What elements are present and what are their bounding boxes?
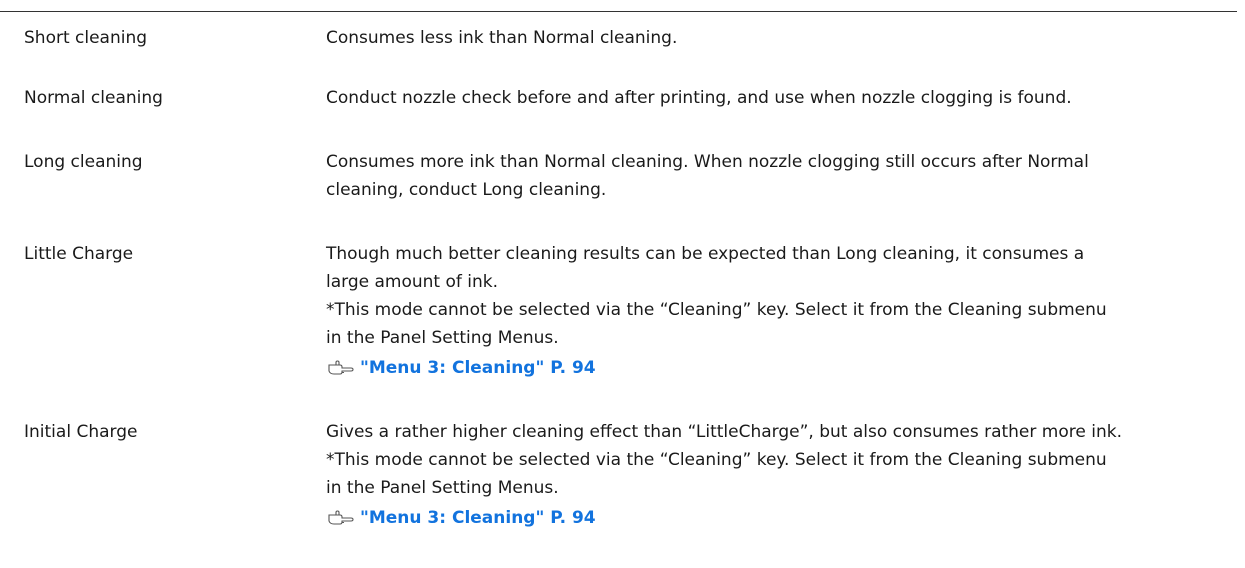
- description-line: Consumes less ink than Normal cleaning.: [326, 28, 678, 48]
- description-line: large amount of ink.: [326, 272, 499, 292]
- menu-cleaning-link[interactable]: "Menu 3: Cleaning" P. 94: [360, 354, 596, 382]
- cleaning-modes-table: Short cleaning Consumes less ink than No…: [0, 12, 1237, 568]
- row-description: Conduct nozzle check before and after pr…: [326, 84, 1237, 112]
- row-term: Short cleaning: [24, 28, 148, 48]
- row-description: Though much better cleaning results can …: [326, 240, 1237, 382]
- menu-cleaning-link[interactable]: "Menu 3: Cleaning" P. 94: [360, 504, 596, 532]
- row-term: Long cleaning: [24, 152, 143, 172]
- description-line: Consumes more ink than Normal cleaning. …: [326, 152, 1089, 172]
- row-description: Gives a rather higher cleaning effect th…: [326, 418, 1237, 532]
- description-line: *This mode cannot be selected via the “C…: [326, 300, 1107, 320]
- table-row: Normal cleaning Conduct nozzle check bef…: [0, 80, 1237, 148]
- row-description: Consumes less ink than Normal cleaning.: [326, 24, 1237, 52]
- description-line: Gives a rather higher cleaning effect th…: [326, 422, 1122, 442]
- cross-reference: "Menu 3: Cleaning" P. 94: [326, 504, 1237, 532]
- row-term: Little Charge: [24, 244, 134, 264]
- description-line: cleaning, conduct Long cleaning.: [326, 180, 607, 200]
- table-row: Little Charge Though much better cleanin…: [0, 240, 1237, 418]
- cross-reference: "Menu 3: Cleaning" P. 94: [326, 354, 1237, 382]
- description-line: in the Panel Setting Menus.: [326, 478, 559, 498]
- table-row: Initial Charge Gives a rather higher cle…: [0, 418, 1237, 568]
- pointing-hand-icon: [328, 360, 354, 375]
- pointing-hand-icon: [328, 510, 354, 525]
- row-term: Normal cleaning: [24, 88, 163, 108]
- description-line: *This mode cannot be selected via the “C…: [326, 450, 1107, 470]
- row-description: Consumes more ink than Normal cleaning. …: [326, 148, 1237, 204]
- description-line: Conduct nozzle check before and after pr…: [326, 88, 1072, 108]
- description-line: in the Panel Setting Menus.: [326, 328, 559, 348]
- table-row: Short cleaning Consumes less ink than No…: [0, 12, 1237, 80]
- description-line: Though much better cleaning results can …: [326, 244, 1085, 264]
- row-term: Initial Charge: [24, 422, 138, 442]
- table-row: Long cleaning Consumes more ink than Nor…: [0, 148, 1237, 240]
